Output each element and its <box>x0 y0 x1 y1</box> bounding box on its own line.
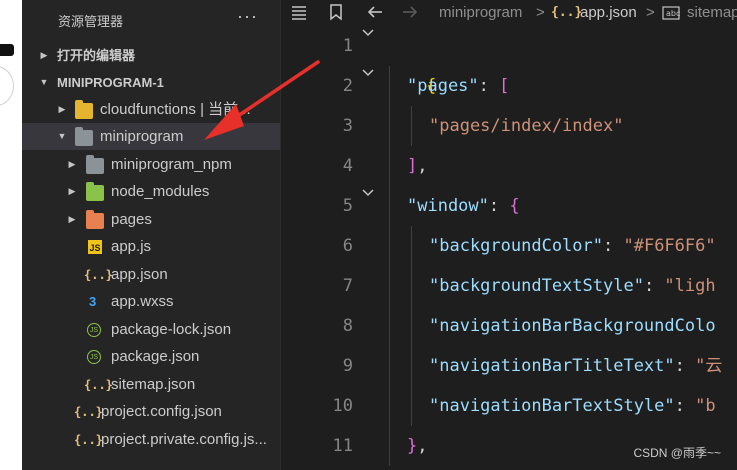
annotation-arrow <box>204 60 320 140</box>
watermark: CSDN @雨季~~ <box>633 446 721 460</box>
